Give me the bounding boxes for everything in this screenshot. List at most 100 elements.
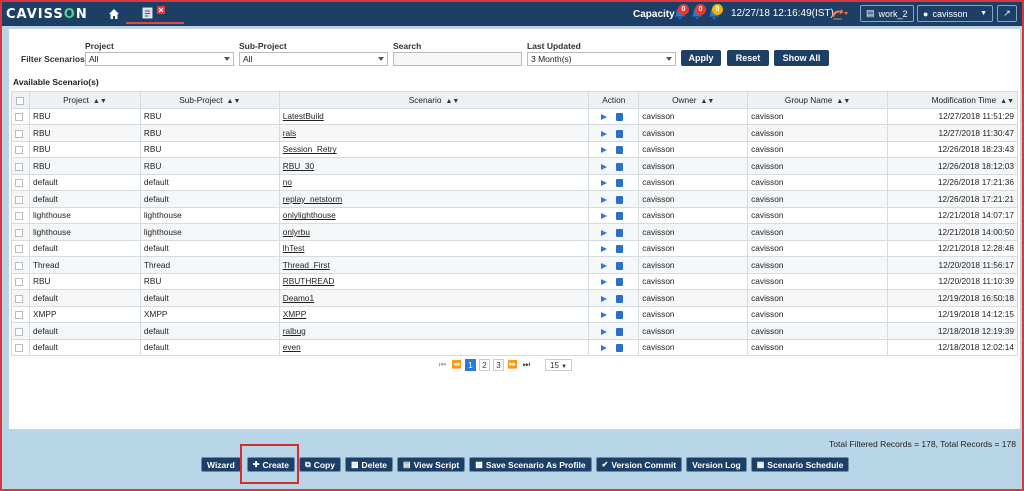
search-input[interactable] <box>393 52 522 66</box>
run-icon[interactable] <box>601 114 608 121</box>
scenario-link[interactable]: Session_Retry <box>283 144 337 154</box>
edit-icon[interactable] <box>616 344 624 353</box>
column-header-subproject[interactable]: Sub-Project ▲▼ <box>139 91 280 109</box>
column-header-project[interactable]: Project ▲▼ <box>28 91 141 109</box>
view-script-button[interactable]: ▤ View Script <box>397 457 466 472</box>
wizard-button[interactable]: Wizard <box>201 457 241 472</box>
edit-icon[interactable] <box>616 212 624 221</box>
column-header-group-name[interactable]: Group Name ▲▼ <box>747 91 889 109</box>
run-icon[interactable] <box>601 130 608 137</box>
edit-icon[interactable] <box>616 278 624 287</box>
run-icon[interactable] <box>601 147 608 154</box>
bell-icon[interactable]: 0 <box>691 4 706 22</box>
edit-icon[interactable] <box>616 245 624 254</box>
scenario-link[interactable]: XMPP <box>283 309 307 319</box>
column-header-owner[interactable]: Owner ▲▼ <box>638 91 749 109</box>
scenario-link[interactable]: onlylighthouse <box>283 210 336 220</box>
run-icon[interactable] <box>601 312 608 319</box>
table-row[interactable]: default default lhTest cavisson cavisson 12/2… <box>11 239 1018 257</box>
table-row[interactable]: RBU RBU LatestBuild cavisson cavisson 12/27/2… <box>11 107 1018 125</box>
edit-icon[interactable] <box>616 294 624 303</box>
run-icon[interactable] <box>601 345 608 352</box>
scenario-link[interactable]: lhTest <box>283 243 305 253</box>
edit-icon[interactable] <box>616 129 624 138</box>
edit-icon[interactable] <box>616 179 624 188</box>
table-row[interactable]: RBU RBU Session_Retry cavisson cavisson 12/26… <box>11 140 1018 158</box>
row-checkbox[interactable] <box>11 256 30 274</box>
home-icon[interactable] <box>108 8 120 20</box>
run-icon[interactable] <box>601 246 608 253</box>
row-checkbox[interactable] <box>11 140 30 158</box>
show-all-button[interactable]: Show All <box>774 50 829 66</box>
scenario-link[interactable]: LatestBuild <box>283 111 324 121</box>
column-header-scenario[interactable]: Scenario ▲▼ <box>278 91 590 109</box>
fullscreen-button[interactable]: ↗ <box>997 5 1017 22</box>
first-page-icon[interactable]: ⏮ <box>437 360 448 370</box>
scenario-link[interactable]: RBU_30 <box>283 161 314 171</box>
copy-button[interactable]: ⧉ Copy <box>298 457 341 472</box>
select-all-checkbox[interactable] <box>11 91 30 109</box>
version-commit-button[interactable]: ✔ Version Commit <box>595 457 683 472</box>
scenario-link[interactable]: RBUTHREAD <box>283 276 335 286</box>
reset-button[interactable]: Reset <box>727 50 769 66</box>
edit-icon[interactable] <box>616 195 624 204</box>
scenario-link[interactable]: ralbug <box>283 326 306 336</box>
table-row[interactable]: XMPP XMPP XMPP cavisson cavisson 12/19/2018 1… <box>11 305 1018 323</box>
page-button[interactable]: 3 <box>493 358 504 371</box>
row-checkbox[interactable] <box>11 206 30 224</box>
row-checkbox[interactable] <box>11 322 30 340</box>
table-row[interactable]: default default even cavisson cavisson 12/18/… <box>11 338 1018 356</box>
last-updated-select[interactable]: 3 Month(s) <box>527 52 676 66</box>
table-row[interactable]: lighthouse lighthouse onlyrbu cavisson cavis… <box>11 223 1018 241</box>
bell-icon[interactable]: 0 <box>674 4 689 22</box>
edit-icon[interactable] <box>616 311 624 320</box>
run-icon[interactable] <box>601 163 608 170</box>
run-icon[interactable] <box>601 279 608 286</box>
scenario-link[interactable]: even <box>283 342 301 352</box>
edit-icon[interactable] <box>616 261 624 270</box>
row-checkbox[interactable] <box>11 338 30 356</box>
row-checkbox[interactable] <box>11 107 30 125</box>
subproject-select[interactable]: All <box>239 52 388 66</box>
table-row[interactable]: RBU RBU RBU_30 cavisson cavisson 12/26/2018 1… <box>11 157 1018 175</box>
workspace-button[interactable]: ▤ work_2 <box>860 5 914 22</box>
run-icon[interactable] <box>601 180 608 187</box>
table-row[interactable]: RBU RBU RBUTHREAD cavisson cavisson 12/20/201… <box>11 272 1018 290</box>
row-checkbox[interactable] <box>11 190 30 208</box>
user-menu-button[interactable]: ● cavisson ▼ <box>917 5 993 22</box>
scenario-link[interactable]: onlyrbu <box>283 227 310 237</box>
delete-button[interactable]: ▩ Delete <box>344 457 394 472</box>
column-header-modification-time[interactable]: Modification Time ▲▼ <box>887 91 1018 109</box>
table-row[interactable]: default default no cavisson cavisson 12/26/20… <box>11 173 1018 191</box>
row-checkbox[interactable] <box>11 124 30 142</box>
row-checkbox[interactable] <box>11 305 30 323</box>
scenario-link[interactable]: Thread_First <box>283 260 330 270</box>
run-icon[interactable] <box>601 196 608 203</box>
run-icon[interactable] <box>601 213 608 220</box>
bell-icon[interactable]: 0 <box>708 4 723 22</box>
scenario-schedule-button[interactable]: ▦ Scenario Schedule <box>750 457 850 472</box>
run-icon[interactable] <box>601 229 608 236</box>
scenario-tab[interactable] <box>126 5 184 24</box>
scenario-link[interactable]: replay_netstorm <box>283 194 343 204</box>
edit-icon[interactable] <box>616 162 624 171</box>
row-checkbox[interactable] <box>11 272 30 290</box>
run-icon[interactable] <box>601 262 608 269</box>
next-page-icon[interactable]: ⏩ <box>507 360 518 369</box>
last-page-icon[interactable]: ⏭ <box>521 360 532 370</box>
scenario-link[interactable]: Deamo1 <box>283 293 314 303</box>
alert-icon[interactable] <box>830 7 852 21</box>
version-log-button[interactable]: Version Log <box>686 457 747 472</box>
page-button[interactable]: 1 <box>465 358 476 371</box>
row-checkbox[interactable] <box>11 157 30 175</box>
page-button[interactable]: 2 <box>479 358 490 371</box>
row-checkbox[interactable] <box>11 239 30 257</box>
run-icon[interactable] <box>601 295 608 302</box>
table-row[interactable]: RBU RBU rals cavisson cavisson 12/27/2018 11:… <box>11 124 1018 142</box>
table-row[interactable]: Thread Thread Thread_First cavisson cavisson… <box>11 256 1018 274</box>
previous-page-icon[interactable]: ⏪ <box>451 360 462 369</box>
edit-icon[interactable] <box>616 146 624 155</box>
run-icon[interactable] <box>601 328 608 335</box>
rows-per-page-select[interactable]: 15 ▼ <box>545 358 573 371</box>
scenario-link[interactable]: rals <box>283 128 296 138</box>
